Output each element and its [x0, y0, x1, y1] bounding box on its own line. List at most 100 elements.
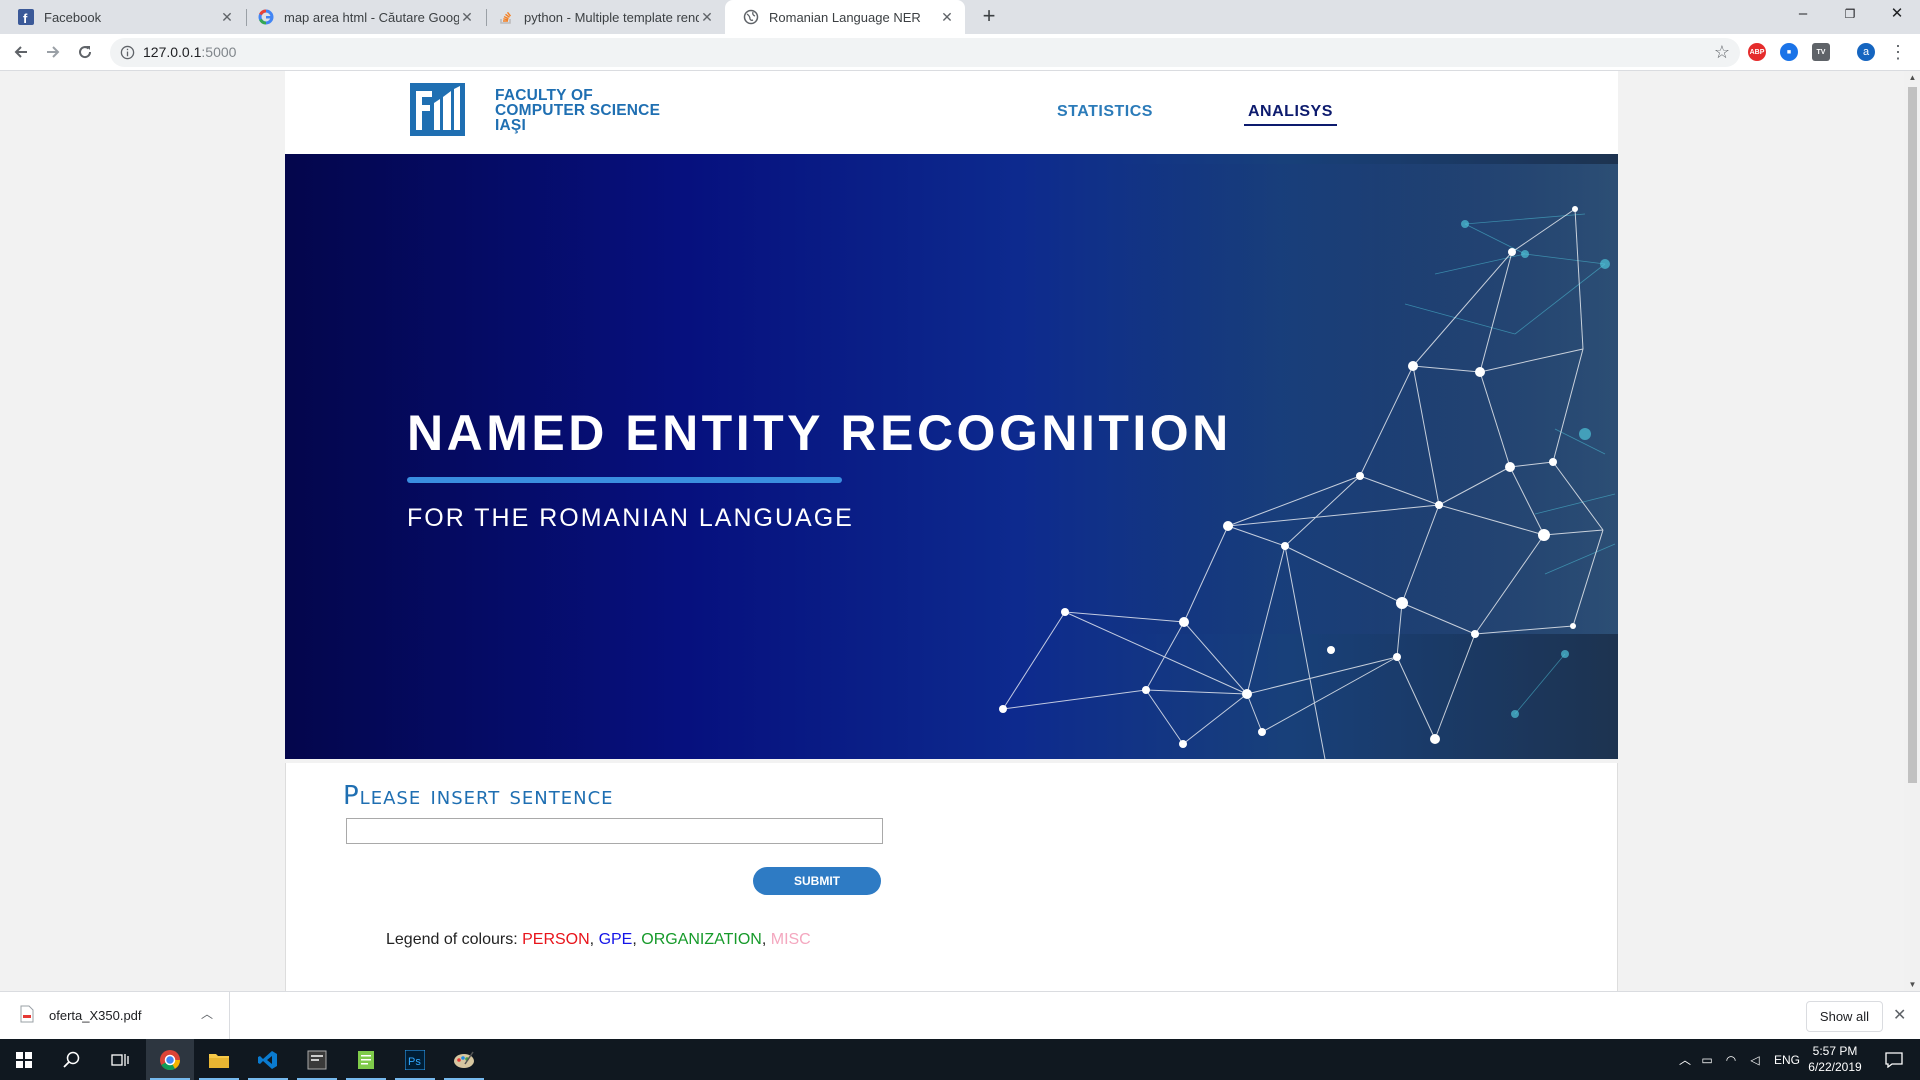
download-file-name: oferta_X350.pdf: [49, 1008, 142, 1023]
reload-button[interactable]: [73, 40, 97, 64]
google-icon: [258, 9, 274, 25]
legend-sep: ,: [761, 931, 771, 948]
app-icon[interactable]: [293, 1039, 341, 1080]
info-icon[interactable]: [120, 45, 135, 60]
chevron-up-icon[interactable]: ︿: [1675, 1051, 1695, 1068]
windows-start-icon[interactable]: [0, 1039, 48, 1080]
windows-taskbar: Ps ︿ ▭ ◠ ◁ ENG 5:57 PM 6/22/2019: [0, 1039, 1920, 1080]
legend-person: PERSON: [522, 931, 590, 948]
window-close-button[interactable]: ✕: [1874, 0, 1920, 30]
tab-label: python - Multiple template rende: [524, 9, 699, 25]
clock[interactable]: 5:57 PM 6/22/2019: [1800, 1043, 1870, 1075]
url-text: 127.0.0.1:5000: [143, 44, 236, 60]
profile-initial: a: [1862, 46, 1870, 58]
legend-prefix: Legend of colours:: [386, 931, 523, 948]
tab-google[interactable]: map area html - Căutare Google ✕: [240, 0, 485, 34]
chevron-up-icon[interactable]: ︿: [201, 1005, 213, 1022]
close-icon[interactable]: ✕: [699, 9, 715, 25]
bookmark-star-icon[interactable]: ☆: [1714, 42, 1730, 63]
sentence-input[interactable]: [346, 818, 883, 844]
minimize-button[interactable]: –: [1780, 0, 1826, 30]
address-bar[interactable]: 127.0.0.1:5000 ☆: [110, 38, 1740, 67]
profile-avatar[interactable]: a: [1857, 43, 1875, 61]
form-title: Please insert sentence: [343, 781, 614, 811]
notifications-icon[interactable]: [1872, 1039, 1916, 1080]
notepad-icon[interactable]: [342, 1039, 390, 1080]
close-icon[interactable]: ✕: [1893, 1005, 1906, 1025]
pdf-file-icon: [20, 1005, 34, 1023]
battery-icon[interactable]: ▭: [1695, 1053, 1719, 1067]
logo-text-line: FACULTY OF: [495, 87, 593, 104]
sentence-form: Please insert sentence SUBMIT Legend of …: [285, 763, 1618, 991]
logo-text-line: IAŞI: [495, 117, 526, 134]
task-view-icon[interactable]: [96, 1039, 144, 1080]
clock-date: 6/22/2019: [1808, 1060, 1862, 1074]
forward-arrow-icon: [47, 46, 60, 58]
legend-sep: ,: [589, 931, 599, 948]
download-item[interactable]: oferta_X350.pdf ︿: [0, 992, 230, 1040]
tab-stackoverflow[interactable]: python - Multiple template rende ✕: [480, 0, 725, 34]
svg-text:Ps: Ps: [408, 1056, 421, 1068]
faculty-logo-icon[interactable]: [410, 83, 465, 136]
paint-icon[interactable]: [440, 1039, 488, 1080]
vscode-icon[interactable]: [244, 1039, 292, 1080]
browser-toolbar: 127.0.0.1:5000 ☆ ABP ■ TV a ⋮: [0, 34, 1920, 71]
legend-gpe: GPE: [598, 931, 633, 948]
restore-button[interactable]: ❐: [1827, 0, 1873, 30]
hero-subtitle: FOR THE ROMANIAN LANGUAGE: [407, 504, 854, 532]
faculty-name: FACULTY OF COMPUTER SCIENCE IAŞI: [495, 87, 661, 134]
page-viewport: FACULTY OF COMPUTER SCIENCE IAŞI STATIST…: [0, 71, 1904, 991]
extension-blue-icon[interactable]: ■: [1780, 43, 1798, 61]
file-explorer-icon[interactable]: [195, 1039, 243, 1080]
new-tab-button[interactable]: +: [977, 5, 1001, 29]
tab-romanian-ner[interactable]: Romanian Language NER ✕: [725, 0, 965, 34]
system-tray: ︿ ▭ ◠ ◁ ENG: [1675, 1039, 1807, 1080]
close-icon[interactable]: ✕: [939, 9, 955, 25]
svg-text:f: f: [23, 11, 28, 25]
clock-time: 5:57 PM: [1812, 1044, 1858, 1058]
colour-legend: Legend of colours: PERSON, GPE, ORGANIZA…: [386, 931, 811, 949]
url-port: :5000: [201, 44, 237, 60]
globe-icon: [743, 9, 759, 25]
site-header: FACULTY OF COMPUTER SCIENCE IAŞI STATIST…: [285, 71, 1618, 154]
close-icon[interactable]: ✕: [459, 9, 475, 25]
hero-banner: NAMED ENTITY RECOGNITION FOR THE ROMANIA…: [285, 154, 1618, 759]
scrollbar-thumb[interactable]: [1908, 87, 1917, 783]
chrome-icon[interactable]: [146, 1039, 194, 1080]
menu-kebab-icon[interactable]: ⋮: [1886, 40, 1910, 64]
tab-label: Facebook: [44, 9, 102, 25]
scroll-up-arrow-icon[interactable]: ▲: [1908, 73, 1917, 82]
back-arrow-icon: [14, 46, 27, 58]
legend-organization: ORGANIZATION: [641, 931, 762, 948]
site-container: FACULTY OF COMPUTER SCIENCE IAŞI STATIST…: [285, 71, 1618, 991]
back-button[interactable]: [9, 40, 33, 64]
scroll-down-arrow-icon[interactable]: ▼: [1908, 980, 1917, 989]
wifi-icon[interactable]: ◠: [1719, 1053, 1743, 1067]
search-icon[interactable]: [48, 1039, 96, 1080]
hero-title: NAMED ENTITY RECOGNITION: [407, 405, 1232, 461]
page-scrollbar[interactable]: ▲ ▼: [1904, 71, 1920, 991]
close-icon[interactable]: ✕: [219, 9, 235, 25]
logo-text-line: COMPUTER SCIENCE: [495, 102, 661, 119]
tab-strip: f Facebook ✕ map area html - Căutare Goo…: [0, 0, 1920, 34]
legend-sep: ,: [632, 931, 642, 948]
stackoverflow-icon: [498, 9, 514, 25]
facebook-icon: f: [18, 9, 34, 25]
volume-icon[interactable]: ◁: [1743, 1053, 1767, 1067]
download-bar: oferta_X350.pdf ︿ Show all ✕: [0, 991, 1920, 1040]
submit-button[interactable]: SUBMIT: [753, 867, 881, 895]
photoshop-icon[interactable]: Ps: [391, 1039, 439, 1080]
tab-facebook[interactable]: f Facebook ✕: [0, 0, 245, 34]
extension-tv-label: TV: [1816, 48, 1826, 56]
tab-label: map area html - Căutare Google: [284, 9, 459, 25]
show-all-button[interactable]: Show all: [1806, 1001, 1883, 1032]
nav-statistics-link[interactable]: STATISTICS: [1057, 103, 1153, 121]
adblock-icon[interactable]: ABP: [1748, 43, 1766, 61]
legend-misc: MISC: [770, 931, 811, 948]
nav-analisys-link[interactable]: ANALISYS: [1244, 103, 1337, 126]
reload-icon: [79, 46, 92, 59]
extension-tv-icon[interactable]: TV: [1812, 43, 1830, 61]
adblock-label: ABP: [1749, 48, 1765, 56]
tab-label: Romanian Language NER: [769, 9, 921, 25]
forward-button[interactable]: [41, 40, 65, 64]
